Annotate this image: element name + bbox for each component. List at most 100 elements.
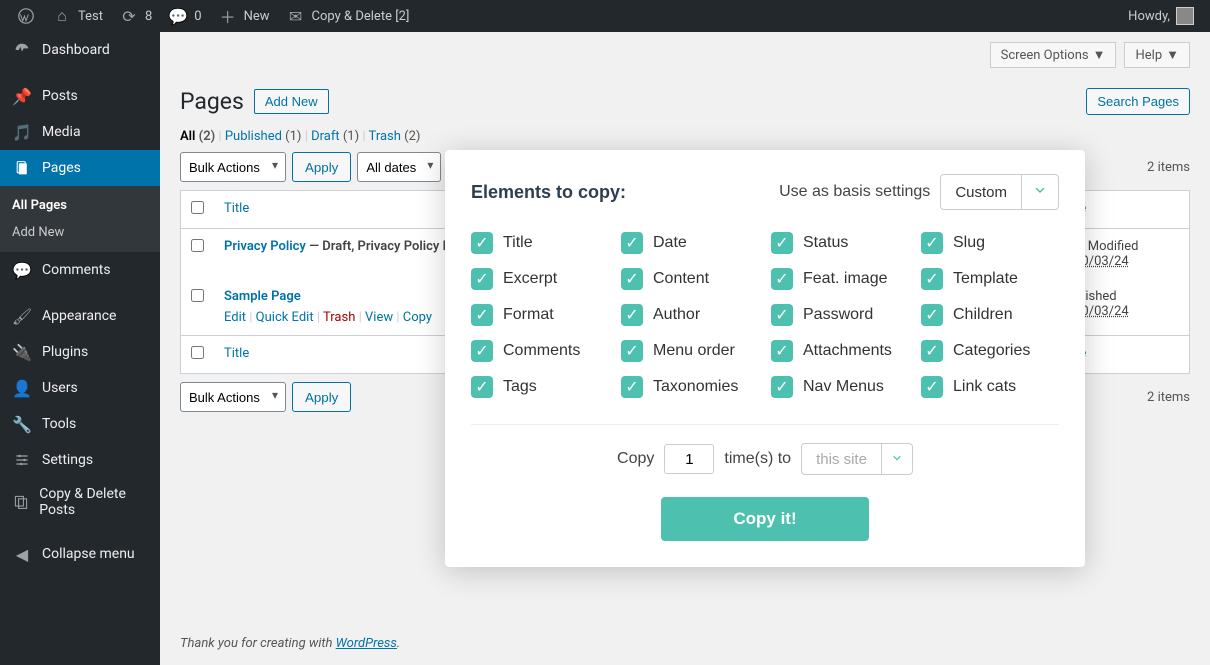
apply-bulk-bottom[interactable]: Apply bbox=[292, 382, 351, 412]
chevron-down-icon: ▼ bbox=[1166, 47, 1179, 63]
footer: Thank you for creating with WordPress. bbox=[180, 636, 400, 651]
dashboard-icon bbox=[12, 40, 32, 60]
check-icon: ✓ bbox=[921, 304, 943, 326]
sliders-icon bbox=[12, 450, 32, 470]
chk-template[interactable]: ✓Template bbox=[921, 268, 1059, 290]
chk-password[interactable]: ✓Password bbox=[771, 304, 909, 326]
wp-logo[interactable] bbox=[8, 0, 44, 32]
account-link[interactable]: Howdy, bbox=[1120, 0, 1202, 32]
view-published[interactable]: Published (1) bbox=[225, 129, 302, 144]
menu-copy-delete-posts[interactable]: Copy & Delete Posts bbox=[0, 478, 160, 526]
chk-format[interactable]: ✓Format bbox=[471, 304, 609, 326]
chk-nav-menus[interactable]: ✓Nav Menus bbox=[771, 376, 909, 398]
mail-icon: ✉ bbox=[286, 6, 306, 26]
copy-it-button[interactable]: Copy it! bbox=[661, 497, 868, 541]
brush-icon: 🖌 bbox=[12, 306, 32, 326]
select-all-bottom[interactable] bbox=[191, 346, 204, 359]
search-pages-button[interactable]: Search Pages bbox=[1086, 88, 1190, 115]
chk-children[interactable]: ✓Children bbox=[921, 304, 1059, 326]
menu-pages[interactable]: Pages bbox=[0, 150, 160, 186]
menu-plugins[interactable]: 🔌Plugins bbox=[0, 334, 160, 370]
chk-excerpt[interactable]: ✓Excerpt bbox=[471, 268, 609, 290]
check-icon: ✓ bbox=[621, 376, 643, 398]
chk-status[interactable]: ✓Status bbox=[771, 232, 909, 254]
action-trash[interactable]: Trash bbox=[323, 310, 355, 325]
menu-posts[interactable]: 📌Posts bbox=[0, 78, 160, 114]
submenu-pages: All Pages Add New bbox=[0, 186, 160, 252]
chk-link-cats[interactable]: ✓Link cats bbox=[921, 376, 1059, 398]
help-button[interactable]: Help ▼ bbox=[1124, 42, 1190, 68]
chk-title[interactable]: ✓Title bbox=[471, 232, 609, 254]
check-icon: ✓ bbox=[921, 340, 943, 362]
admin-toolbar: ⌂Test ⟳8 💬0 ＋New ✉Copy & Delete [2] Howd… bbox=[0, 0, 1210, 32]
bulk-actions-select[interactable]: Bulk Actions bbox=[180, 152, 286, 182]
chevron-down-icon: ▼ bbox=[1093, 47, 1106, 63]
add-new-button[interactable]: Add New bbox=[254, 89, 329, 114]
menu-appearance[interactable]: 🖌Appearance bbox=[0, 298, 160, 334]
check-icon: ✓ bbox=[471, 376, 493, 398]
row-checkbox[interactable] bbox=[191, 289, 204, 302]
chk-tags[interactable]: ✓Tags bbox=[471, 376, 609, 398]
chk-taxonomies[interactable]: ✓Taxonomies bbox=[621, 376, 759, 398]
menu-media[interactable]: 🎵Media bbox=[0, 114, 160, 150]
chk-slug[interactable]: ✓Slug bbox=[921, 232, 1059, 254]
target-site-select[interactable]: this site bbox=[801, 443, 913, 475]
bulk-actions-select-bottom[interactable]: Bulk Actions bbox=[180, 382, 286, 412]
check-icon: ✓ bbox=[771, 268, 793, 290]
chk-content[interactable]: ✓Content bbox=[621, 268, 759, 290]
menu-users[interactable]: 👤Users bbox=[0, 370, 160, 406]
copy-times-input[interactable] bbox=[664, 444, 714, 474]
copy-delete-link[interactable]: ✉Copy & Delete [2] bbox=[278, 0, 418, 32]
col-title-foot[interactable]: Title bbox=[224, 346, 249, 361]
col-title[interactable]: Title bbox=[224, 201, 249, 216]
menu-dashboard[interactable]: Dashboard bbox=[0, 32, 160, 68]
chk-menu-order[interactable]: ✓Menu order bbox=[621, 340, 759, 362]
wordpress-link[interactable]: WordPress bbox=[336, 636, 397, 651]
chk-author[interactable]: ✓Author bbox=[621, 304, 759, 326]
basis-value: Custom bbox=[941, 176, 1021, 209]
action-copy[interactable]: Copy bbox=[403, 310, 432, 325]
view-trash[interactable]: Trash (2) bbox=[369, 129, 421, 144]
chk-comments[interactable]: ✓Comments bbox=[471, 340, 609, 362]
date-filter-select[interactable]: All dates bbox=[357, 152, 441, 182]
collapse-menu[interactable]: ◀Collapse menu bbox=[0, 536, 160, 572]
site-name: Test bbox=[78, 9, 103, 24]
action-edit[interactable]: Edit bbox=[224, 310, 246, 325]
view-draft[interactable]: Draft (1) bbox=[311, 129, 359, 144]
select-all-top[interactable] bbox=[191, 201, 204, 214]
plus-icon: ＋ bbox=[218, 6, 238, 26]
menu-settings[interactable]: Settings bbox=[0, 442, 160, 478]
submenu-add-new[interactable]: Add New bbox=[0, 219, 160, 246]
updates-link[interactable]: ⟳8 bbox=[111, 0, 160, 32]
modal-heading: Elements to copy: bbox=[471, 182, 626, 203]
avatar bbox=[1176, 7, 1194, 25]
menu-tools[interactable]: 🔧Tools bbox=[0, 406, 160, 442]
row-title-link[interactable]: Sample Page bbox=[224, 289, 301, 304]
basis-select[interactable]: Custom bbox=[940, 174, 1059, 210]
chevron-down-icon bbox=[1021, 175, 1058, 209]
menu-posts-label: Posts bbox=[42, 88, 78, 104]
chk-date[interactable]: ✓Date bbox=[621, 232, 759, 254]
check-icon: ✓ bbox=[621, 232, 643, 254]
howdy-text: Howdy, bbox=[1128, 9, 1170, 24]
action-quick-edit[interactable]: Quick Edit bbox=[256, 310, 314, 325]
copy-icon bbox=[12, 492, 29, 512]
chk-attachments[interactable]: ✓Attachments bbox=[771, 340, 909, 362]
check-icon: ✓ bbox=[621, 268, 643, 290]
view-all[interactable]: All (2) bbox=[180, 129, 215, 144]
items-count-top: 2 items bbox=[1147, 160, 1190, 175]
menu-comments[interactable]: 💬Comments bbox=[0, 252, 160, 288]
new-link[interactable]: ＋New bbox=[210, 0, 278, 32]
comments-count: 0 bbox=[194, 9, 201, 24]
chk-feat-image[interactable]: ✓Feat. image bbox=[771, 268, 909, 290]
screen-options-button[interactable]: Screen Options ▼ bbox=[990, 42, 1117, 68]
comments-link[interactable]: 💬0 bbox=[160, 0, 209, 32]
row-checkbox[interactable] bbox=[191, 239, 204, 252]
action-view[interactable]: View bbox=[365, 310, 393, 325]
row-title-link[interactable]: Privacy Policy bbox=[224, 239, 306, 254]
submenu-all-pages[interactable]: All Pages bbox=[0, 192, 160, 219]
plugin-icon: 🔌 bbox=[12, 342, 32, 362]
chk-categories[interactable]: ✓Categories bbox=[921, 340, 1059, 362]
apply-bulk-top[interactable]: Apply bbox=[292, 152, 351, 182]
site-link[interactable]: ⌂Test bbox=[44, 0, 111, 32]
